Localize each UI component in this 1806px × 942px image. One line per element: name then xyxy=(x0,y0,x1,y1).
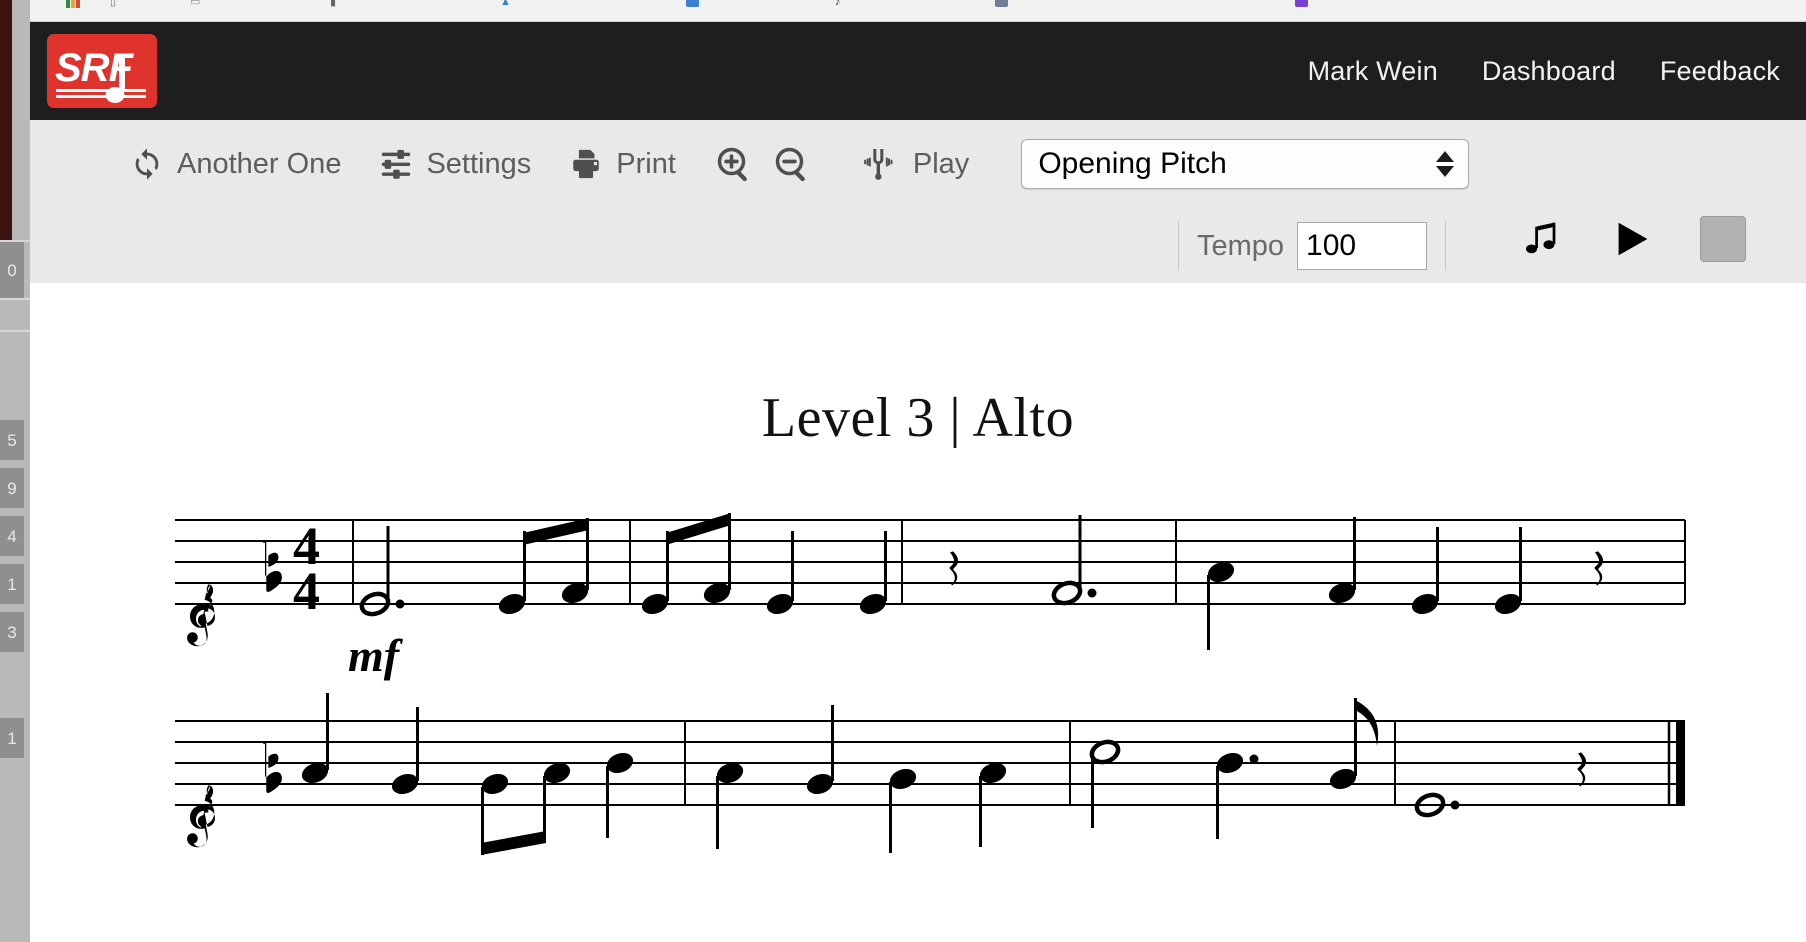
editor-toolbar: Another One Settings Print Play Opening … xyxy=(30,120,1806,283)
nav-feedback[interactable]: Feedback xyxy=(1660,56,1780,87)
settings-button[interactable]: Settings xyxy=(379,147,531,181)
chevron-updown-icon xyxy=(1436,151,1455,177)
apps-grid-icon[interactable] xyxy=(66,0,80,8)
toolbar-secondary-row: Tempo xyxy=(30,208,1806,283)
background-tab: 5 xyxy=(0,420,24,460)
printer-icon xyxy=(569,147,603,181)
tuning-fork-icon xyxy=(860,144,900,184)
sliders-icon xyxy=(379,147,413,181)
rest xyxy=(1594,551,1604,586)
opening-pitch-select[interactable]: Opening Pitch xyxy=(1021,139,1470,189)
tempo-group: Tempo xyxy=(1178,220,1447,272)
background-tab: 1 xyxy=(0,718,24,758)
note xyxy=(766,531,794,615)
rest xyxy=(949,551,959,586)
music-notation: 4 4 xyxy=(175,513,1686,855)
note xyxy=(806,705,834,795)
app-icon[interactable] xyxy=(1295,0,1308,7)
note xyxy=(859,531,887,615)
dynamic-marking: mf xyxy=(348,630,400,681)
calendar-icon[interactable] xyxy=(995,0,1008,7)
zoom-out-button[interactable] xyxy=(772,144,812,184)
svg-text:4: 4 xyxy=(293,561,320,621)
play-pitch-button[interactable]: Play xyxy=(860,144,969,184)
note xyxy=(543,762,571,843)
settings-label: Settings xyxy=(426,147,532,180)
tempo-label: Tempo xyxy=(1197,229,1285,262)
stop-square-icon[interactable] xyxy=(1700,216,1746,262)
note xyxy=(1051,515,1097,606)
bookmark-icon[interactable]: ▮ xyxy=(330,0,336,8)
rest xyxy=(1577,752,1587,787)
background-tab: 0 xyxy=(0,242,24,298)
score-viewer: Level 3 | Alto 4 4 mf xyxy=(30,283,1806,942)
refresh-icon xyxy=(130,147,164,181)
another-one-label: Another One xyxy=(177,147,342,180)
background-tab: 4 xyxy=(0,516,24,556)
header-nav: Mark Wein Dashboard Feedback xyxy=(1308,22,1780,120)
background-tab: 3 xyxy=(0,612,24,652)
background-window-tabs: 0 5 9 4 1 3 1 xyxy=(0,0,30,942)
another-one-button[interactable]: Another One xyxy=(130,147,341,181)
print-button[interactable]: Print xyxy=(569,147,676,181)
background-tab: 9 xyxy=(0,468,24,508)
note xyxy=(889,768,917,853)
note xyxy=(301,693,329,784)
opening-pitch-value: Opening Pitch xyxy=(1038,147,1227,180)
divider xyxy=(1445,221,1447,271)
background-tab: 1 xyxy=(0,564,24,604)
system-2 xyxy=(175,693,1685,855)
print-label: Print xyxy=(616,147,676,180)
divider xyxy=(1178,221,1179,271)
drive-icon[interactable]: ▲ xyxy=(500,0,511,8)
play-triangle-icon[interactable] xyxy=(1609,216,1655,262)
zoom-in-button[interactable] xyxy=(714,144,754,184)
mail-icon[interactable]: ▭ xyxy=(190,0,200,8)
zoom-out-icon xyxy=(772,144,812,184)
background-window-sliver: 0 5 9 4 1 3 1 xyxy=(0,0,30,942)
browser-bookmark-bar: ▯ ▭ ▮ ▲ ♪ xyxy=(30,0,1806,22)
nav-user[interactable]: Mark Wein xyxy=(1308,56,1438,87)
transport-controls xyxy=(1520,216,1746,262)
facebook-icon[interactable] xyxy=(686,0,699,7)
beamed-notes-icon[interactable] xyxy=(1520,217,1564,261)
app-root: 0 5 9 4 1 3 1 ▯ ▭ ▮ ▲ ♪ SRF Mark Wein Da… xyxy=(0,0,1806,942)
play-label: Play xyxy=(912,147,970,180)
nav-dashboard[interactable]: Dashboard xyxy=(1482,56,1616,87)
tempo-input[interactable] xyxy=(1297,222,1428,270)
srf-logo[interactable]: SRF xyxy=(47,34,157,108)
app-header: SRF Mark Wein Dashboard Feedback xyxy=(30,22,1806,120)
document-icon[interactable]: ▯ xyxy=(110,0,116,8)
zoom-in-icon xyxy=(714,144,754,184)
note xyxy=(979,762,1007,847)
note xyxy=(1216,752,1259,839)
toolbar-primary-row: Another One Settings Print Play Opening … xyxy=(30,120,1806,208)
note xyxy=(1329,698,1379,790)
system-1: 4 4 xyxy=(175,513,1686,650)
music-icon[interactable]: ♪ xyxy=(835,0,841,8)
note xyxy=(606,752,634,838)
